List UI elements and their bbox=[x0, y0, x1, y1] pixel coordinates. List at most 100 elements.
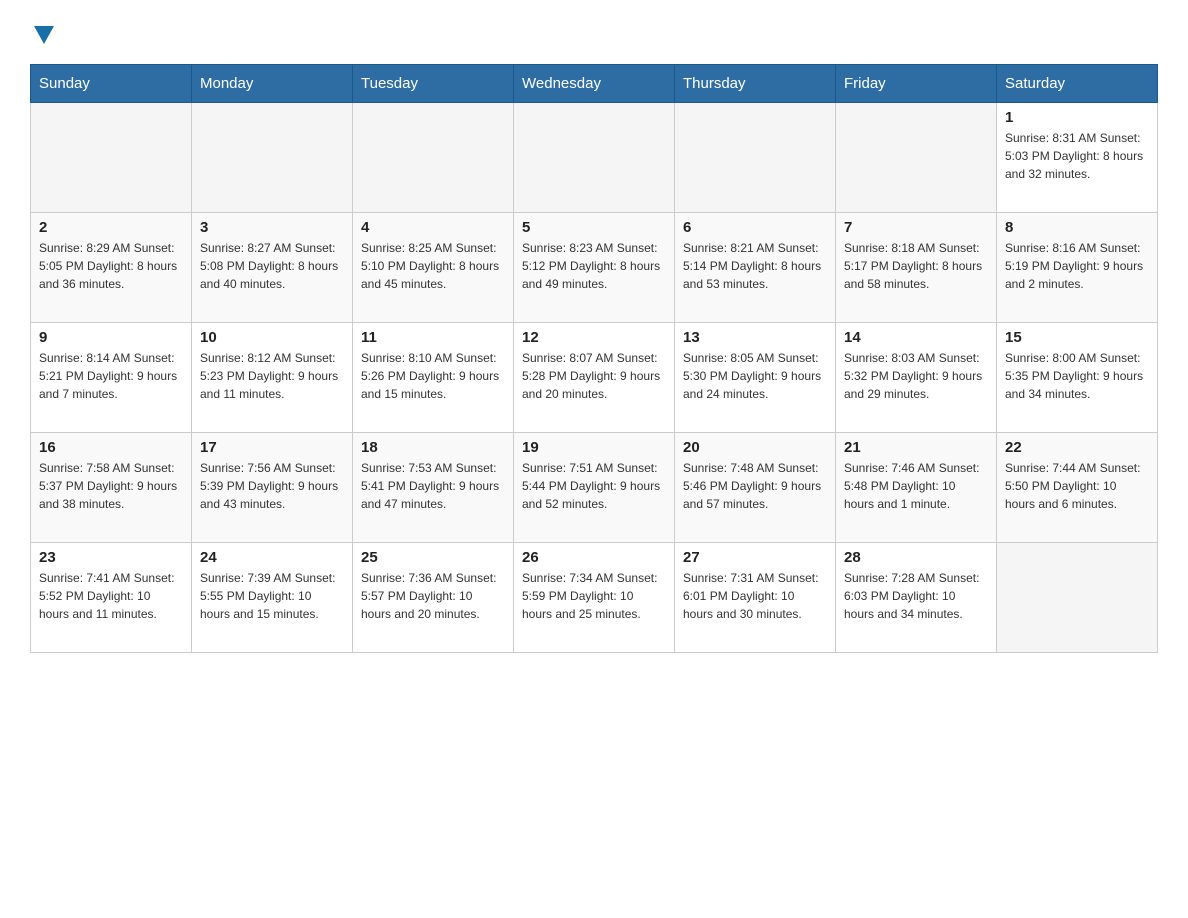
calendar-cell: 24 Sunrise: 7:39 AM Sunset: 5:55 PM Dayli… bbox=[192, 543, 353, 653]
calendar-cell: 11 Sunrise: 8:10 AM Sunset: 5:26 PM Dayli… bbox=[353, 323, 514, 433]
weekday-header-thursday: Thursday bbox=[675, 65, 836, 103]
weekday-header-tuesday: Tuesday bbox=[353, 65, 514, 103]
weekday-header-row: SundayMondayTuesdayWednesdayThursdayFrid… bbox=[31, 65, 1158, 103]
day-number: 12 bbox=[522, 329, 666, 346]
day-number: 8 bbox=[1005, 219, 1149, 236]
calendar-cell: 21 Sunrise: 7:46 AM Sunset: 5:48 PM Dayli… bbox=[836, 433, 997, 543]
day-info: Sunrise: 7:44 AM Sunset: 5:50 PM Dayligh… bbox=[1005, 459, 1149, 513]
weekday-header-monday: Monday bbox=[192, 65, 353, 103]
calendar-cell: 22 Sunrise: 7:44 AM Sunset: 5:50 PM Dayli… bbox=[997, 433, 1158, 543]
calendar-cell bbox=[353, 103, 514, 213]
calendar-cell: 3Sunrise: 8:27 AM Sunset: 5:08 PM Daylig… bbox=[192, 213, 353, 323]
week-row-5: 23 Sunrise: 7:41 AM Sunset: 5:52 PM Dayli… bbox=[31, 543, 1158, 653]
calendar-cell: 23 Sunrise: 7:41 AM Sunset: 5:52 PM Dayli… bbox=[31, 543, 192, 653]
day-info: Sunrise: 8:25 AM Sunset: 5:10 PM Dayligh… bbox=[361, 239, 505, 293]
calendar-cell: 10Sunrise: 8:12 AM Sunset: 5:23 PM Dayli… bbox=[192, 323, 353, 433]
logo bbox=[30, 20, 54, 44]
day-number: 23 bbox=[39, 549, 183, 566]
day-number: 25 bbox=[361, 549, 505, 566]
day-number: 16 bbox=[39, 439, 183, 456]
day-info: Sunrise: 8:29 AM Sunset: 5:05 PM Dayligh… bbox=[39, 239, 183, 293]
day-info: Sunrise: 7:28 AM Sunset: 6:03 PM Dayligh… bbox=[844, 569, 988, 623]
day-info: Sunrise: 7:31 AM Sunset: 6:01 PM Dayligh… bbox=[683, 569, 827, 623]
day-info: Sunrise: 8:18 AM Sunset: 5:17 PM Dayligh… bbox=[844, 239, 988, 293]
calendar-cell: 19 Sunrise: 7:51 AM Sunset: 5:44 PM Dayli… bbox=[514, 433, 675, 543]
weekday-header-friday: Friday bbox=[836, 65, 997, 103]
calendar-cell: 25 Sunrise: 7:36 AM Sunset: 5:57 PM Dayli… bbox=[353, 543, 514, 653]
day-number: 5 bbox=[522, 219, 666, 236]
day-number: 17 bbox=[200, 439, 344, 456]
calendar-cell: 5 Sunrise: 8:23 AM Sunset: 5:12 PM Daylig… bbox=[514, 213, 675, 323]
day-info: Sunrise: 8:21 AM Sunset: 5:14 PM Dayligh… bbox=[683, 239, 827, 293]
day-info: Sunrise: 7:51 AM Sunset: 5:44 PM Dayligh… bbox=[522, 459, 666, 513]
weekday-header-wednesday: Wednesday bbox=[514, 65, 675, 103]
calendar-cell: 1 Sunrise: 8:31 AM Sunset: 5:03 PM Daylig… bbox=[997, 103, 1158, 213]
calendar-cell: 14Sunrise: 8:03 AM Sunset: 5:32 PM Dayli… bbox=[836, 323, 997, 433]
day-number: 4 bbox=[361, 219, 505, 236]
day-info: Sunrise: 8:10 AM Sunset: 5:26 PM Dayligh… bbox=[361, 349, 505, 403]
week-row-4: 16 Sunrise: 7:58 AM Sunset: 5:37 PM Dayli… bbox=[31, 433, 1158, 543]
day-info: Sunrise: 7:36 AM Sunset: 5:57 PM Dayligh… bbox=[361, 569, 505, 623]
day-info: Sunrise: 8:27 AM Sunset: 5:08 PM Dayligh… bbox=[200, 239, 344, 293]
calendar-cell: 4 Sunrise: 8:25 AM Sunset: 5:10 PM Daylig… bbox=[353, 213, 514, 323]
calendar-cell: 27 Sunrise: 7:31 AM Sunset: 6:01 PM Dayli… bbox=[675, 543, 836, 653]
day-info: Sunrise: 7:58 AM Sunset: 5:37 PM Dayligh… bbox=[39, 459, 183, 513]
calendar-cell: 18Sunrise: 7:53 AM Sunset: 5:41 PM Dayli… bbox=[353, 433, 514, 543]
calendar-cell bbox=[514, 103, 675, 213]
day-number: 9 bbox=[39, 329, 183, 346]
day-number: 11 bbox=[361, 329, 505, 346]
page-header bbox=[30, 20, 1158, 44]
calendar-cell: 17 Sunrise: 7:56 AM Sunset: 5:39 PM Dayli… bbox=[192, 433, 353, 543]
day-info: Sunrise: 7:34 AM Sunset: 5:59 PM Dayligh… bbox=[522, 569, 666, 623]
day-number: 1 bbox=[1005, 109, 1149, 126]
day-info: Sunrise: 8:12 AM Sunset: 5:23 PM Dayligh… bbox=[200, 349, 344, 403]
day-number: 27 bbox=[683, 549, 827, 566]
day-info: Sunrise: 8:07 AM Sunset: 5:28 PM Dayligh… bbox=[522, 349, 666, 403]
week-row-3: 9Sunrise: 8:14 AM Sunset: 5:21 PM Daylig… bbox=[31, 323, 1158, 433]
day-info: Sunrise: 8:00 AM Sunset: 5:35 PM Dayligh… bbox=[1005, 349, 1149, 403]
calendar-cell bbox=[31, 103, 192, 213]
day-number: 21 bbox=[844, 439, 988, 456]
weekday-header-saturday: Saturday bbox=[997, 65, 1158, 103]
day-info: Sunrise: 8:23 AM Sunset: 5:12 PM Dayligh… bbox=[522, 239, 666, 293]
calendar-cell bbox=[675, 103, 836, 213]
day-number: 22 bbox=[1005, 439, 1149, 456]
logo-triangle-icon bbox=[34, 26, 54, 44]
day-info: Sunrise: 8:05 AM Sunset: 5:30 PM Dayligh… bbox=[683, 349, 827, 403]
day-number: 26 bbox=[522, 549, 666, 566]
calendar-table: SundayMondayTuesdayWednesdayThursdayFrid… bbox=[30, 64, 1158, 653]
day-number: 6 bbox=[683, 219, 827, 236]
day-number: 2 bbox=[39, 219, 183, 236]
day-number: 20 bbox=[683, 439, 827, 456]
day-info: Sunrise: 8:31 AM Sunset: 5:03 PM Dayligh… bbox=[1005, 129, 1149, 183]
calendar-cell: 2 Sunrise: 8:29 AM Sunset: 5:05 PM Daylig… bbox=[31, 213, 192, 323]
calendar-cell: 9Sunrise: 8:14 AM Sunset: 5:21 PM Daylig… bbox=[31, 323, 192, 433]
day-number: 24 bbox=[200, 549, 344, 566]
day-info: Sunrise: 8:03 AM Sunset: 5:32 PM Dayligh… bbox=[844, 349, 988, 403]
day-number: 19 bbox=[522, 439, 666, 456]
calendar-cell: 16 Sunrise: 7:58 AM Sunset: 5:37 PM Dayli… bbox=[31, 433, 192, 543]
calendar-cell: 15 Sunrise: 8:00 AM Sunset: 5:35 PM Dayli… bbox=[997, 323, 1158, 433]
calendar-cell: 28 Sunrise: 7:28 AM Sunset: 6:03 PM Dayli… bbox=[836, 543, 997, 653]
calendar-cell: 12 Sunrise: 8:07 AM Sunset: 5:28 PM Dayli… bbox=[514, 323, 675, 433]
calendar-cell: 7 Sunrise: 8:18 AM Sunset: 5:17 PM Daylig… bbox=[836, 213, 997, 323]
week-row-2: 2 Sunrise: 8:29 AM Sunset: 5:05 PM Daylig… bbox=[31, 213, 1158, 323]
calendar-cell: 13Sunrise: 8:05 AM Sunset: 5:30 PM Dayli… bbox=[675, 323, 836, 433]
day-info: Sunrise: 7:48 AM Sunset: 5:46 PM Dayligh… bbox=[683, 459, 827, 513]
calendar-cell: 20 Sunrise: 7:48 AM Sunset: 5:46 PM Dayli… bbox=[675, 433, 836, 543]
weekday-header-sunday: Sunday bbox=[31, 65, 192, 103]
day-number: 15 bbox=[1005, 329, 1149, 346]
day-number: 28 bbox=[844, 549, 988, 566]
calendar-cell: 26 Sunrise: 7:34 AM Sunset: 5:59 PM Dayli… bbox=[514, 543, 675, 653]
day-info: Sunrise: 7:39 AM Sunset: 5:55 PM Dayligh… bbox=[200, 569, 344, 623]
day-info: Sunrise: 7:53 AM Sunset: 5:41 PM Dayligh… bbox=[361, 459, 505, 513]
day-info: Sunrise: 7:46 AM Sunset: 5:48 PM Dayligh… bbox=[844, 459, 988, 513]
day-number: 7 bbox=[844, 219, 988, 236]
day-info: Sunrise: 7:56 AM Sunset: 5:39 PM Dayligh… bbox=[200, 459, 344, 513]
calendar-cell: 8 Sunrise: 8:16 AM Sunset: 5:19 PM Daylig… bbox=[997, 213, 1158, 323]
calendar-cell: 6 Sunrise: 8:21 AM Sunset: 5:14 PM Daylig… bbox=[675, 213, 836, 323]
week-row-1: 1 Sunrise: 8:31 AM Sunset: 5:03 PM Daylig… bbox=[31, 103, 1158, 213]
day-info: Sunrise: 7:41 AM Sunset: 5:52 PM Dayligh… bbox=[39, 569, 183, 623]
calendar-cell bbox=[997, 543, 1158, 653]
day-info: Sunrise: 8:16 AM Sunset: 5:19 PM Dayligh… bbox=[1005, 239, 1149, 293]
